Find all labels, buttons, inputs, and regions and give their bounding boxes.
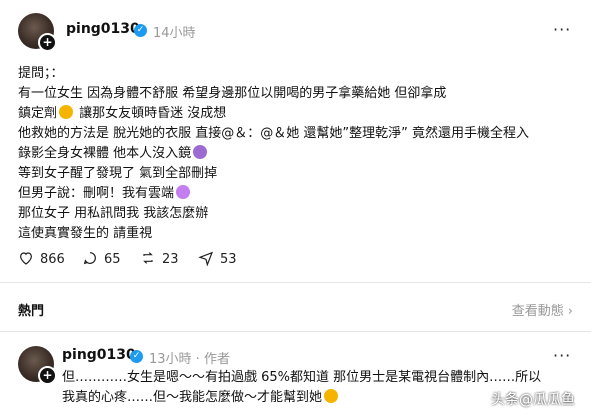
view-activity-label: 查看動態 [511, 304, 564, 319]
scream-emoji-icon [59, 105, 74, 119]
divider [0, 282, 591, 283]
comment-icon [83, 252, 96, 265]
like-count: 866 [40, 252, 65, 267]
more-icon[interactable]: ··· [553, 20, 571, 39]
section-title: 熱門 [18, 304, 45, 319]
divider [0, 331, 591, 332]
post-line-text: 讓那女友頓時昏迷 沒成想 [79, 106, 227, 121]
devil-emoji-icon [193, 145, 208, 159]
repost-count: 23 [162, 252, 179, 267]
reply-time-role: 13小時 · 作者 [149, 352, 230, 367]
post-line-text: 鎮定劑 [18, 106, 58, 121]
avatar[interactable]: + [18, 13, 57, 52]
reply-avatar[interactable]: + [18, 346, 57, 385]
reply-line: 但…………女生是嗯～～有拍過戲 65%都知道 那位男士是某電視台體制內……所以 [62, 370, 542, 385]
cow-emoji-icon [176, 185, 191, 199]
post-line: 錄影全身女裸體 他本人沒入鏡 [18, 144, 529, 164]
more-icon[interactable]: ··· [553, 346, 571, 365]
post-username[interactable]: ping0130 [66, 21, 140, 37]
watermark: 头条@瓜瓜鱼 [491, 392, 575, 408]
comment-button[interactable]: 65 [82, 250, 121, 267]
reply-username[interactable]: ping0130 [62, 347, 136, 363]
verified-icon: ✓ [130, 350, 143, 363]
share-count: 53 [220, 252, 237, 267]
post-line: 他救她的方法是 脫光她的衣服 直接@＆：@＆她 還幫她”整理乾淨” 竟然還用手機… [18, 126, 529, 141]
reply-time: 13小時 [149, 352, 192, 367]
post-line: 提問；： [18, 66, 64, 81]
post-line: 鎮定劑 讓那女友頓時昏迷 沒成想 [18, 104, 529, 124]
view-activity-link[interactable]: 查看動態 › [512, 300, 573, 319]
verified-icon: ✓ [134, 24, 147, 37]
reply-line-text: 我真的心疼……但～我能怎麼做～才能幫到她 [62, 390, 323, 405]
post-line: 有一位女生 因為身體不舒服 希望身邊那位以開喝的男子拿藥給她 但卻拿成 [18, 86, 447, 101]
repost-button[interactable]: 23 [140, 250, 179, 267]
reply-body: 但…………女生是嗯～～有拍過戲 65%都知道 那位男士是某電視台體制內……所以 … [62, 368, 541, 408]
heart-icon [20, 252, 32, 265]
post-body: 提問；： 有一位女生 因為身體不舒服 希望身邊那位以開喝的男子拿藥給她 但卻拿成… [18, 64, 529, 244]
share-button[interactable]: 53 [198, 250, 237, 267]
like-button[interactable]: 866 [18, 250, 65, 267]
reply-role: 作者 [203, 352, 230, 367]
post-line: 但男子說：刪啊！我有雲端 [18, 184, 529, 204]
plus-icon[interactable]: + [38, 366, 57, 385]
post-line-text: 但男子說：刪啊！我有雲端 [18, 186, 175, 201]
share-icon [198, 251, 214, 267]
plus-icon[interactable]: + [38, 33, 57, 52]
chevron-right-icon: › [567, 304, 573, 319]
post-line: 這使真實發生的 請重視 [18, 226, 153, 241]
post-line: 那位女子 用私訊問我 我該怎麼辦 [18, 206, 209, 221]
crying-emoji-icon [324, 389, 339, 403]
repost-icon [143, 252, 153, 264]
post-time: 14小時 [153, 26, 196, 41]
comment-count: 65 [104, 252, 121, 267]
post-line: 等到女子醒了發現了 氣到全部刪掉 [18, 166, 218, 181]
post-line-text: 錄影全身女裸體 他本人沒入鏡 [18, 146, 192, 161]
reply-line: 我真的心疼……但～我能怎麼做～才能幫到她 [62, 388, 541, 408]
